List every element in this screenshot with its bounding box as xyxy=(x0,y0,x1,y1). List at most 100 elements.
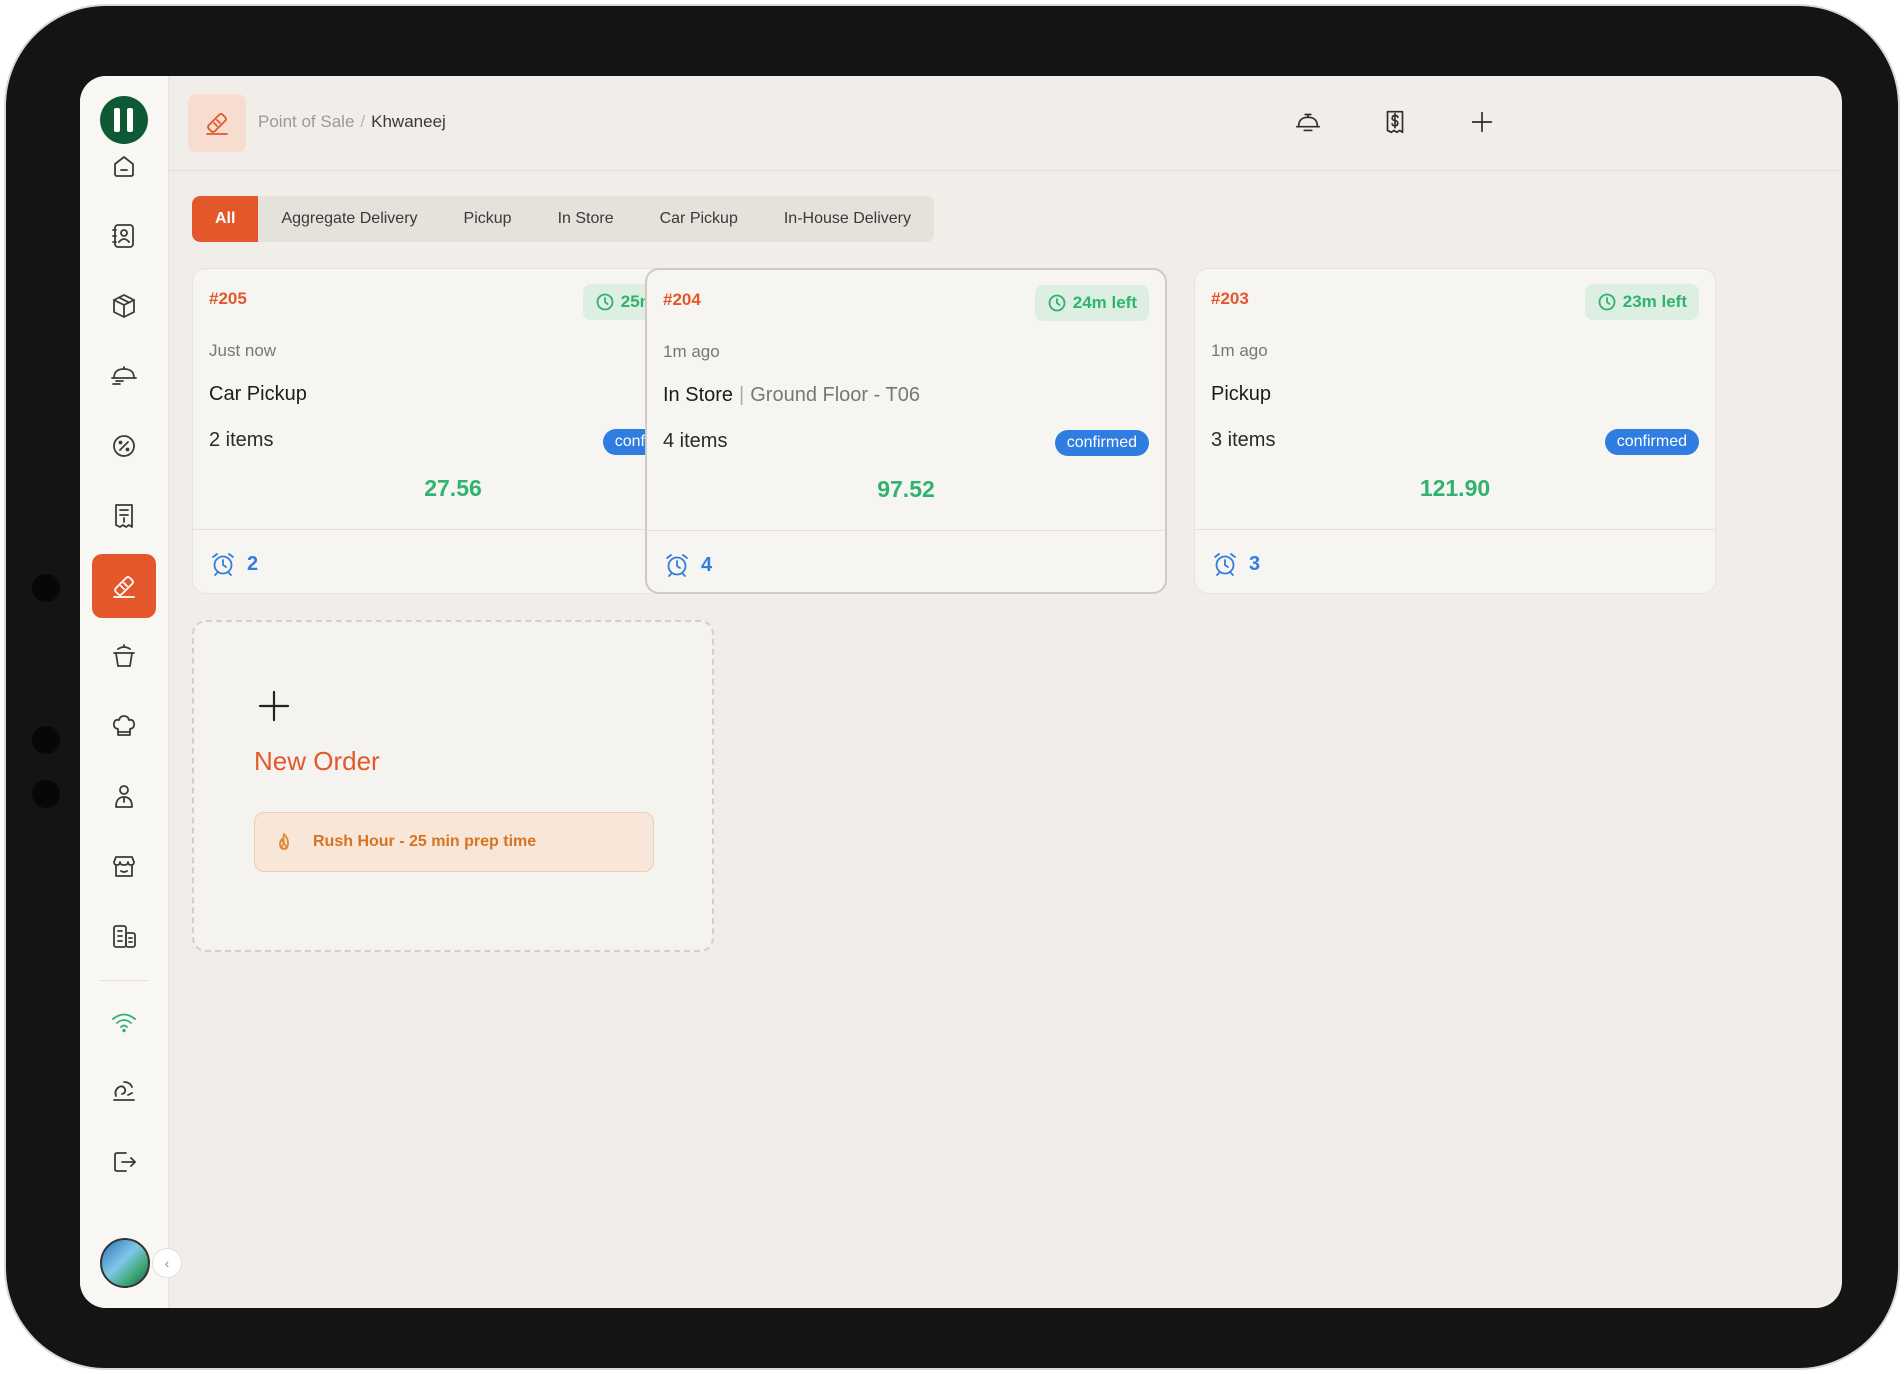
app-screen: ‹ Point of Sale / Khwaneej All Aggregate D… xyxy=(80,76,1842,1308)
tab-pickup[interactable]: Pickup xyxy=(441,196,535,242)
chef-hat-icon xyxy=(112,715,136,736)
sidebar-divider xyxy=(100,980,148,981)
box-icon xyxy=(113,294,135,318)
tab-all[interactable]: All xyxy=(192,196,259,242)
sidebar-item-home[interactable] xyxy=(92,134,156,198)
order-number: #205 xyxy=(209,289,247,308)
settings-icon xyxy=(113,1081,135,1101)
building-icon xyxy=(113,925,136,948)
breadcrumb: Point of Sale / Khwaneej xyxy=(258,112,446,132)
order-card[interactable]: #203 23m left 1m ago Pickup 3 items conf… xyxy=(1194,268,1716,594)
time-left-text: 24m left xyxy=(1072,293,1137,312)
sidebar-item-kitchen[interactable] xyxy=(92,624,156,688)
order-number: #203 xyxy=(1211,289,1249,308)
reminder-count: 4 xyxy=(701,553,713,576)
pot-icon xyxy=(113,644,135,667)
order-age: 1m ago xyxy=(1211,341,1268,360)
user-avatar[interactable] xyxy=(100,1238,150,1288)
sidebar-item-chef[interactable] xyxy=(92,694,156,758)
store-icon xyxy=(113,856,135,877)
order-type-text: Pickup xyxy=(1211,383,1272,405)
sidebar-item-discounts[interactable] xyxy=(92,414,156,478)
tab-aggregate-delivery[interactable]: Aggregate Delivery xyxy=(258,196,440,242)
order-items-count: 2 items xyxy=(209,429,274,451)
order-card[interactable]: #205 25m left Just now Car Pickup 2 item… xyxy=(192,268,714,594)
type-separator: | xyxy=(739,384,745,406)
sidebar-item-branches[interactable] xyxy=(92,904,156,968)
breadcrumb-current: Khwaneej xyxy=(371,112,446,131)
rush-hour-notice: Rush Hour - 25 min prep time xyxy=(254,812,654,872)
status-badge: confirmed xyxy=(1604,429,1699,455)
order-type: Pickup xyxy=(1211,383,1271,406)
order-total: 97.52 xyxy=(877,476,935,502)
time-left-badge: 24m left xyxy=(1034,285,1149,321)
clock-icon xyxy=(596,293,614,311)
order-type-text: Car Pickup xyxy=(209,383,307,405)
receipt-button[interactable] xyxy=(1375,102,1415,142)
sidebar-item-store[interactable] xyxy=(92,834,156,898)
service-bell-button[interactable] xyxy=(1288,102,1328,142)
delivery-icon xyxy=(111,366,137,385)
order-total: 27.56 xyxy=(424,475,482,501)
sidebar-item-logout[interactable] xyxy=(92,1130,156,1194)
clock-icon xyxy=(1598,293,1616,311)
order-location: Ground Floor - T06 xyxy=(750,384,920,406)
alarm-clock-icon xyxy=(212,553,234,576)
breadcrumb-section[interactable]: Point of Sale xyxy=(258,112,354,131)
pos-ticket-icon xyxy=(113,576,135,598)
staff-icon xyxy=(115,785,133,808)
order-type-text: In Store xyxy=(663,384,734,406)
sidebar-item-staff[interactable] xyxy=(92,764,156,828)
sidebar-item-invoices[interactable] xyxy=(92,484,156,548)
order-age: Just now xyxy=(209,341,277,360)
order-items-count: 4 items xyxy=(663,430,728,452)
tablet-frame: ‹ Point of Sale / Khwaneej All Aggregate D… xyxy=(6,6,1898,1368)
new-order-label: New Order xyxy=(254,746,380,776)
reminder-button[interactable]: 3 xyxy=(1211,547,1260,581)
order-type: In Store | Ground Floor - T06 xyxy=(663,384,920,407)
tab-car-pickup[interactable]: Car Pickup xyxy=(637,196,761,242)
breadcrumb-separator: / xyxy=(360,112,366,131)
home-icon xyxy=(114,156,134,177)
logout-icon xyxy=(114,1152,136,1172)
flame-icon xyxy=(279,833,289,850)
sidebar-item-point-of-sale[interactable] xyxy=(92,554,156,618)
reminder-count: 2 xyxy=(247,552,259,575)
service-bell-icon xyxy=(1295,113,1321,132)
sidebar-item-contacts[interactable] xyxy=(92,204,156,268)
hardware-dot xyxy=(32,780,60,808)
receipt-icon xyxy=(1386,110,1404,134)
rush-hour-text: Rush Hour - 25 min prep time xyxy=(313,833,537,850)
order-number: #204 xyxy=(663,290,701,309)
time-left-badge: 23m left xyxy=(1584,284,1699,320)
tab-in-house-delivery[interactable]: In-House Delivery xyxy=(761,196,934,242)
sidebar-collapse-button[interactable]: ‹ xyxy=(152,1248,182,1278)
contacts-icon xyxy=(112,224,134,248)
order-type-tabs: All Aggregate Delivery Pickup In Store C… xyxy=(192,196,934,242)
order-card-selected[interactable]: #204 24m left 1m ago In Store | Ground Flo… xyxy=(645,268,1167,594)
card-divider xyxy=(647,530,1165,531)
order-items-count: 3 items xyxy=(1211,429,1276,451)
tab-in-store[interactable]: In Store xyxy=(535,196,637,242)
card-divider xyxy=(1195,529,1715,530)
chevron-left-icon: ‹ xyxy=(164,1255,170,1271)
reminder-button[interactable]: 4 xyxy=(663,548,712,582)
order-type: Car Pickup xyxy=(209,383,307,406)
alarm-clock-icon xyxy=(1214,553,1236,576)
new-order-card[interactable]: New Order Rush Hour - 25 min prep time xyxy=(192,620,714,952)
alarm-clock-icon xyxy=(666,554,688,577)
pos-ticket-icon xyxy=(206,113,228,135)
time-left-text: 23m left xyxy=(1622,292,1687,311)
sidebar-item-products[interactable] xyxy=(92,274,156,338)
order-total: 121.90 xyxy=(1419,475,1491,501)
add-button[interactable] xyxy=(1462,102,1502,142)
order-age: 1m ago xyxy=(663,342,720,361)
hardware-dot xyxy=(32,574,60,602)
sidebar-item-delivery[interactable] xyxy=(92,344,156,408)
sidebar-item-connection[interactable] xyxy=(92,990,156,1054)
top-bar: Point of Sale / Khwaneej xyxy=(168,76,1842,171)
clock-icon xyxy=(1048,294,1066,312)
sidebar-item-settings[interactable] xyxy=(92,1060,156,1124)
reminder-button[interactable]: 2 xyxy=(209,547,258,581)
plus-icon xyxy=(1471,111,1493,133)
